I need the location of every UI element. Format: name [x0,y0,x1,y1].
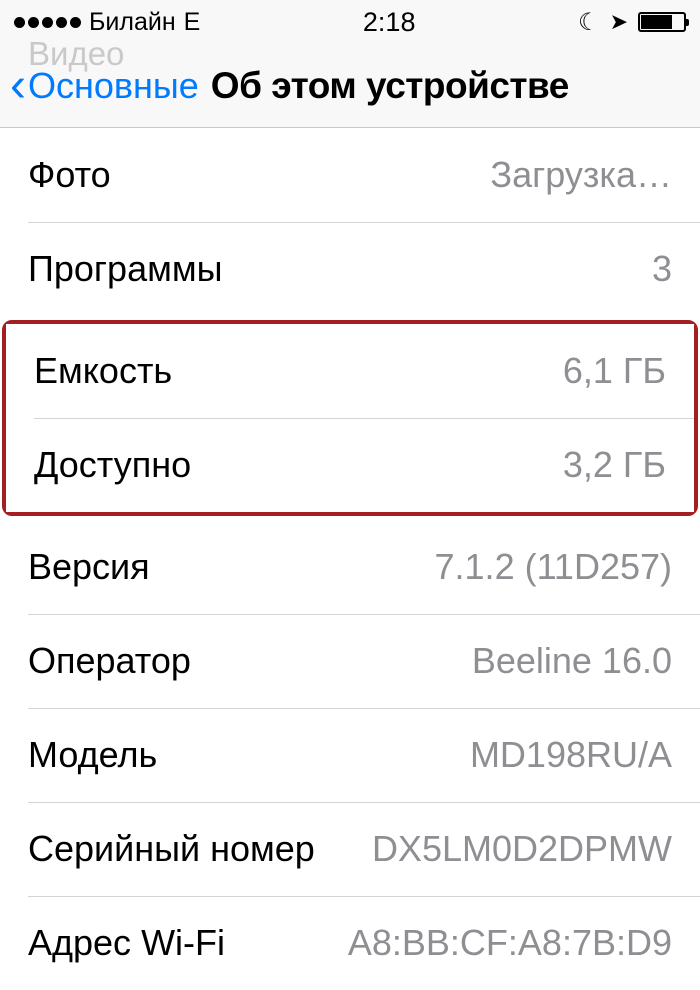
row-value: Загрузка… [490,154,672,196]
row-label: Серийный номер [28,828,315,870]
row-available[interactable]: Доступно 3,2 ГБ [6,418,694,512]
row-value: 7.1.2 (11D257) [435,546,672,588]
row-capacity[interactable]: Емкость 6,1 ГБ [6,324,694,418]
settings-list: Фото Загрузка… Программы 3 Емкость 6,1 Г… [0,128,700,990]
signal-strength-icon [14,17,81,28]
status-right: ☾ ➤ [578,8,686,37]
row-label: Оператор [28,640,191,682]
row-value: Beeline 16.0 [472,640,672,682]
row-label: Доступно [34,444,191,486]
row-apps[interactable]: Программы 3 [0,222,700,316]
back-button-label: Основные [28,65,199,107]
network-type-label: E [184,8,201,37]
row-value: DX5LM0D2DPMW [372,828,672,870]
row-label: Программы [28,248,222,290]
status-time: 2:18 [363,7,416,38]
highlighted-storage-box: Емкость 6,1 ГБ Доступно 3,2 ГБ [2,320,698,516]
row-version[interactable]: Версия 7.1.2 (11D257) [0,520,700,614]
status-left: Билайн E [14,8,200,37]
row-label: Адрес Wi-Fi [28,922,225,964]
row-value: 6,1 ГБ [563,350,666,392]
battery-icon [638,12,686,32]
page-title: Об этом устройстве [211,65,569,107]
carrier-label: Билайн [89,8,176,37]
row-label: Фото [28,154,111,196]
location-icon: ➤ [610,9,628,35]
row-label: Модель [28,734,157,776]
row-value: A8:BB:CF:A8:7B:D9 [348,922,672,964]
row-wifi[interactable]: Адрес Wi-Fi A8:BB:CF:A8:7B:D9 [0,896,700,990]
row-carrier[interactable]: Оператор Beeline 16.0 [0,614,700,708]
row-label: Версия [28,546,150,588]
row-serial[interactable]: Серийный номер DX5LM0D2DPMW [0,802,700,896]
row-model[interactable]: Модель MD198RU/A [0,708,700,802]
navigation-bar: Видео ‹ Основные Об этом устройстве [0,44,700,128]
chevron-left-icon: ‹ [10,62,26,110]
do-not-disturb-icon: ☾ [578,8,600,37]
row-label: Емкость [34,350,172,392]
row-value: 3,2 ГБ [563,444,666,486]
back-button[interactable]: ‹ Основные [10,62,199,110]
row-value: 3 [652,248,672,290]
row-photo[interactable]: Фото Загрузка… [0,128,700,222]
row-value: MD198RU/A [470,734,672,776]
